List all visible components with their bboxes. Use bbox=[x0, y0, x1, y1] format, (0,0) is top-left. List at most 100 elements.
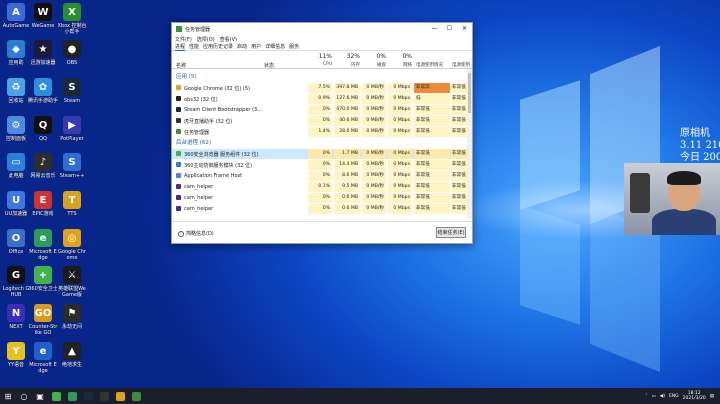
column-name[interactable]: 名称 bbox=[176, 62, 186, 69]
taskbar-task-view-button[interactable]: ▣ bbox=[32, 388, 48, 404]
taskbar-steam-button[interactable] bbox=[80, 388, 96, 404]
app-icon: E bbox=[34, 191, 52, 209]
power-trend-cell: 非常低 bbox=[451, 127, 468, 137]
column-network[interactable]: 网络 bbox=[388, 62, 412, 68]
desktop-icon[interactable]: ★ 迅游加速器 bbox=[28, 40, 58, 66]
taskbar-cortana-button[interactable]: ○ bbox=[16, 388, 32, 404]
column-disk-percent[interactable]: 0% bbox=[362, 53, 386, 60]
desktop-icon[interactable]: O Office bbox=[1, 229, 31, 255]
desktop-icon-label: YY语音 bbox=[7, 362, 25, 368]
process-row[interactable]: Steam Client Bootstrapper (3... 0% 470.0 M… bbox=[172, 105, 468, 115]
desktop-icon[interactable]: ◎ Google Chrome bbox=[57, 229, 87, 261]
column-memory[interactable]: 内存 bbox=[334, 62, 360, 68]
desktop-icon[interactable]: ⚔ 英雄联盟WeGame版 bbox=[57, 266, 87, 298]
task-manager-window[interactable]: 任务管理器 — ☐ ✕ 文件(F) 选项(O) 查看(V) 进程 性能 应用历史… bbox=[171, 22, 473, 244]
taskbar-edge-button[interactable] bbox=[64, 388, 80, 404]
clock[interactable]: 18:12 2021/3/20 bbox=[683, 391, 706, 401]
column-disk[interactable]: 磁盘 bbox=[362, 62, 386, 68]
taskbar-task-manager-button[interactable] bbox=[128, 388, 144, 404]
desktop-icon[interactable]: ✿ 腾讯手游助手 bbox=[28, 78, 58, 104]
column-power-trend[interactable]: 电源使用 bbox=[452, 62, 470, 68]
process-list[interactable]: 应用 (5) Google Chrome (32 位) (5) 7.5% 397.8 … bbox=[172, 69, 472, 219]
tab-app-history[interactable]: 应用历史记录 bbox=[203, 43, 233, 50]
desktop-icon[interactable]: GO Counter-Strike GO bbox=[28, 304, 58, 336]
desktop-icon[interactable]: X Xbox 控制台小帮手 bbox=[57, 3, 87, 35]
menu-file[interactable]: 文件(F) bbox=[175, 36, 192, 43]
app-icon: W bbox=[34, 3, 52, 21]
desktop-icon[interactable]: W WeGame bbox=[28, 3, 58, 29]
desktop-icon[interactable]: U UU加速器 bbox=[1, 191, 31, 217]
desktop-icon[interactable]: +360安全卫士 bbox=[28, 266, 58, 292]
desktop-icon[interactable]: ⚑ 永劫无间 bbox=[57, 304, 87, 330]
desktop-icon[interactable]: S Steam++ bbox=[57, 153, 87, 179]
input-language[interactable]: ENG bbox=[669, 394, 679, 399]
tab-details[interactable]: 详细信息 bbox=[265, 43, 285, 50]
process-row[interactable]: Application Frame Host 0% 8.6 MB 0 MB/秒 0 Mb… bbox=[172, 171, 468, 181]
chrome-icon bbox=[115, 391, 125, 401]
process-row[interactable]: Google Chrome (32 位) (5) 7.5% 397.8 MB 0 MB… bbox=[172, 83, 468, 93]
column-mem-percent[interactable]: 32% bbox=[334, 53, 360, 60]
process-row[interactable]: cam_helper 0.1% 9.5 MB 0 MB/秒 0 Mbps 非常低 非常低 bbox=[172, 182, 468, 192]
taskbar-obs-button[interactable] bbox=[96, 388, 112, 404]
desktop-icon[interactable]: ◆ 应用助 bbox=[1, 40, 31, 66]
menu-view[interactable]: 查看(V) bbox=[220, 36, 237, 43]
desktop-icon[interactable]: e Microsoft Edge bbox=[28, 342, 58, 374]
desktop-icon[interactable]: e Microsoft Edge bbox=[28, 229, 58, 261]
tab-processes[interactable]: 进程 bbox=[175, 43, 186, 51]
taskbar-360-button[interactable] bbox=[48, 388, 64, 404]
title-bar[interactable]: 任务管理器 — ☐ ✕ bbox=[172, 23, 472, 35]
desktop-icon[interactable]: G Logitech G HUB bbox=[1, 266, 31, 298]
tray-expand-icon[interactable]: ˄ bbox=[645, 394, 647, 399]
desktop-icon[interactable]: ♻ 回收站 bbox=[1, 78, 31, 104]
volume-icon[interactable]: ◀) bbox=[660, 394, 665, 399]
taskbar-chrome-button[interactable] bbox=[112, 388, 128, 404]
tab-startup[interactable]: 启动 bbox=[237, 43, 247, 50]
desktop-icon[interactable]: A AutoGame bbox=[1, 3, 31, 29]
process-row[interactable]: cam_helper 0% 0.6 MB 0 MB/秒 0 Mbps 非常低 非常低 bbox=[172, 193, 468, 203]
memory-cell: 8.6 MB bbox=[334, 171, 360, 181]
desktop-icon-label: 网易云音乐 bbox=[30, 173, 56, 179]
desktop-icon[interactable]: Y YY语音 bbox=[1, 342, 31, 368]
desktop-icon[interactable]: Q QQ bbox=[28, 116, 58, 142]
process-name: Steam Client Bootstrapper (3... bbox=[184, 107, 262, 113]
maximize-button[interactable]: ☐ bbox=[442, 23, 457, 35]
cpu-cell: 0% bbox=[308, 116, 332, 126]
column-net-percent[interactable]: 0% bbox=[388, 53, 412, 60]
desktop-icon-label: Office bbox=[8, 249, 24, 255]
process-row[interactable]: cam_helper 0% 0.6 MB 0 MB/秒 0 Mbps 非常低 非常低 bbox=[172, 204, 468, 214]
process-row[interactable]: 虎牙直播助手 (32 位) 0% 40.6 MB 0 MB/秒 0 Mbps 非常低 非常低 bbox=[172, 116, 468, 126]
process-row[interactable]: obs32 (32 位) 0.9% 127.6 MB 0 MB/秒 0 Mbps 低非常低 bbox=[172, 94, 468, 104]
app-icon: ◆ bbox=[7, 40, 25, 58]
column-status[interactable]: 状态 bbox=[264, 62, 274, 69]
process-row[interactable]: 任务管理器 1.4% 28.0 MB 0 MB/秒 0 Mbps 非常低 非常低 bbox=[172, 127, 468, 137]
desktop-icon[interactable]: ● OBS bbox=[57, 40, 87, 66]
menu-options[interactable]: 选项(O) bbox=[197, 36, 215, 43]
tab-services[interactable]: 服务 bbox=[289, 43, 299, 50]
desktop-icon[interactable]: ♪ 网易云音乐 bbox=[28, 153, 58, 179]
notification-icon[interactable]: ▤ bbox=[710, 394, 714, 399]
column-power[interactable]: 电源使用情况 bbox=[416, 62, 450, 68]
desktop-icon[interactable]: T TTS bbox=[57, 191, 87, 217]
tab-users[interactable]: 用户 bbox=[251, 43, 261, 50]
minimize-button[interactable]: — bbox=[427, 23, 442, 35]
end-task-button[interactable]: 结束任务(E) bbox=[436, 227, 466, 238]
tab-performance[interactable]: 性能 bbox=[189, 43, 199, 50]
desktop-icon[interactable]: N NEXT bbox=[1, 304, 31, 330]
desktop-icon[interactable]: ▶ PotPlayer bbox=[57, 116, 87, 142]
fewer-details-link[interactable]: ˄ 简略信息(D) bbox=[178, 230, 214, 237]
desktop-icon[interactable]: ▲ 绝地求生 bbox=[57, 342, 87, 368]
network-icon[interactable]: ▭ bbox=[651, 394, 655, 399]
desktop-icon[interactable]: ▭ 此电脑 bbox=[1, 153, 31, 179]
column-cpu[interactable]: CPU bbox=[308, 62, 332, 67]
process-name: cam_helper bbox=[184, 206, 214, 212]
process-row[interactable]: 360安全浏览器 服务组件 (32 位) 0% 1.7 MB 0 MB/秒 0 Mbps… bbox=[172, 149, 468, 159]
desktop-icon[interactable]: E EPIC游戏 bbox=[28, 191, 58, 217]
scrollbar-thumb[interactable] bbox=[468, 73, 471, 113]
column-cpu-percent[interactable]: 11% bbox=[308, 53, 332, 60]
process-row[interactable]: 360主动防御服务模块 (32 位) 0% 14.4 MB 0 MB/秒 0 Mbps 非… bbox=[172, 160, 468, 170]
desktop-icon[interactable]: ⚙ 控制面板 bbox=[1, 116, 31, 142]
close-button[interactable]: ✕ bbox=[457, 23, 472, 35]
taskbar-start-button[interactable]: ⊞ bbox=[0, 388, 16, 404]
process-name: cam_helper bbox=[184, 195, 214, 201]
desktop-icon[interactable]: S Steam bbox=[57, 78, 87, 104]
